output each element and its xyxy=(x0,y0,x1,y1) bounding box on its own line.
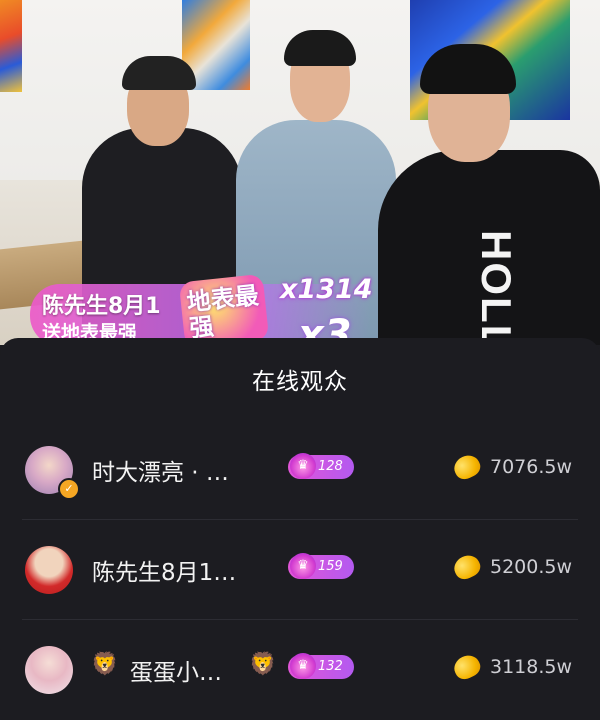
level-badge: ♛ 128 xyxy=(288,453,354,479)
level-number: 132 xyxy=(318,659,343,674)
crown-icon: ♛ xyxy=(290,453,316,479)
bean-icon xyxy=(450,551,484,583)
level-number: 128 xyxy=(318,459,343,474)
lion-icon: 🦁 xyxy=(249,652,277,677)
gift-count: x1314 xyxy=(280,274,373,305)
crown-icon: ♛ xyxy=(290,653,316,679)
live-video[interactable]: HOLL 陈先生8月1 送地表最强 地表最强 x1314 x3 xyxy=(0,0,600,345)
verified-badge-icon: ✓ xyxy=(58,478,80,500)
level-number: 159 xyxy=(318,559,343,574)
user-name[interactable]: 陈先生8月1… xyxy=(92,553,236,587)
user-name[interactable]: 时大漂亮 · … xyxy=(92,453,229,487)
audience-row[interactable]: 陈先生8月1… ♛ 159 5200.5w xyxy=(0,520,600,620)
online-audience-panel: 在线观众 ✓ 时大漂亮 · … ♛ 128 7076.5w 陈先生8月1… ♛ … xyxy=(0,338,600,706)
bean-icon xyxy=(450,651,484,683)
gift-icon-text: 地表最强 xyxy=(185,281,261,343)
user-avatar-icon[interactable] xyxy=(25,646,73,694)
user-avatar-icon[interactable] xyxy=(25,546,73,594)
hoodie-print: HOLL xyxy=(473,230,520,345)
gift-sender-name: 陈先生8月1 xyxy=(42,294,161,319)
user-name[interactable]: 蛋蛋小… xyxy=(130,653,222,687)
gift-icon: 地表最强 xyxy=(178,273,270,345)
audience-row[interactable]: ✓ 时大漂亮 · … ♛ 128 7076.5w xyxy=(0,420,600,520)
bean-value: 5200.5w xyxy=(490,556,573,578)
bean-value: 3118.5w xyxy=(490,656,573,678)
panel-title: 在线观众 xyxy=(252,369,348,395)
bean-icon xyxy=(450,451,484,483)
lion-icon: 🦁 xyxy=(91,652,119,677)
crown-icon: ♛ xyxy=(290,553,316,579)
wall-painting-left xyxy=(0,0,22,92)
level-badge: ♛ 132 xyxy=(288,653,354,679)
audience-row[interactable]: 🦁 蛋蛋小… 🦁 ♛ 132 3118.5w xyxy=(0,620,600,720)
bean-value: 7076.5w xyxy=(490,456,573,478)
level-badge: ♛ 159 xyxy=(288,553,354,579)
